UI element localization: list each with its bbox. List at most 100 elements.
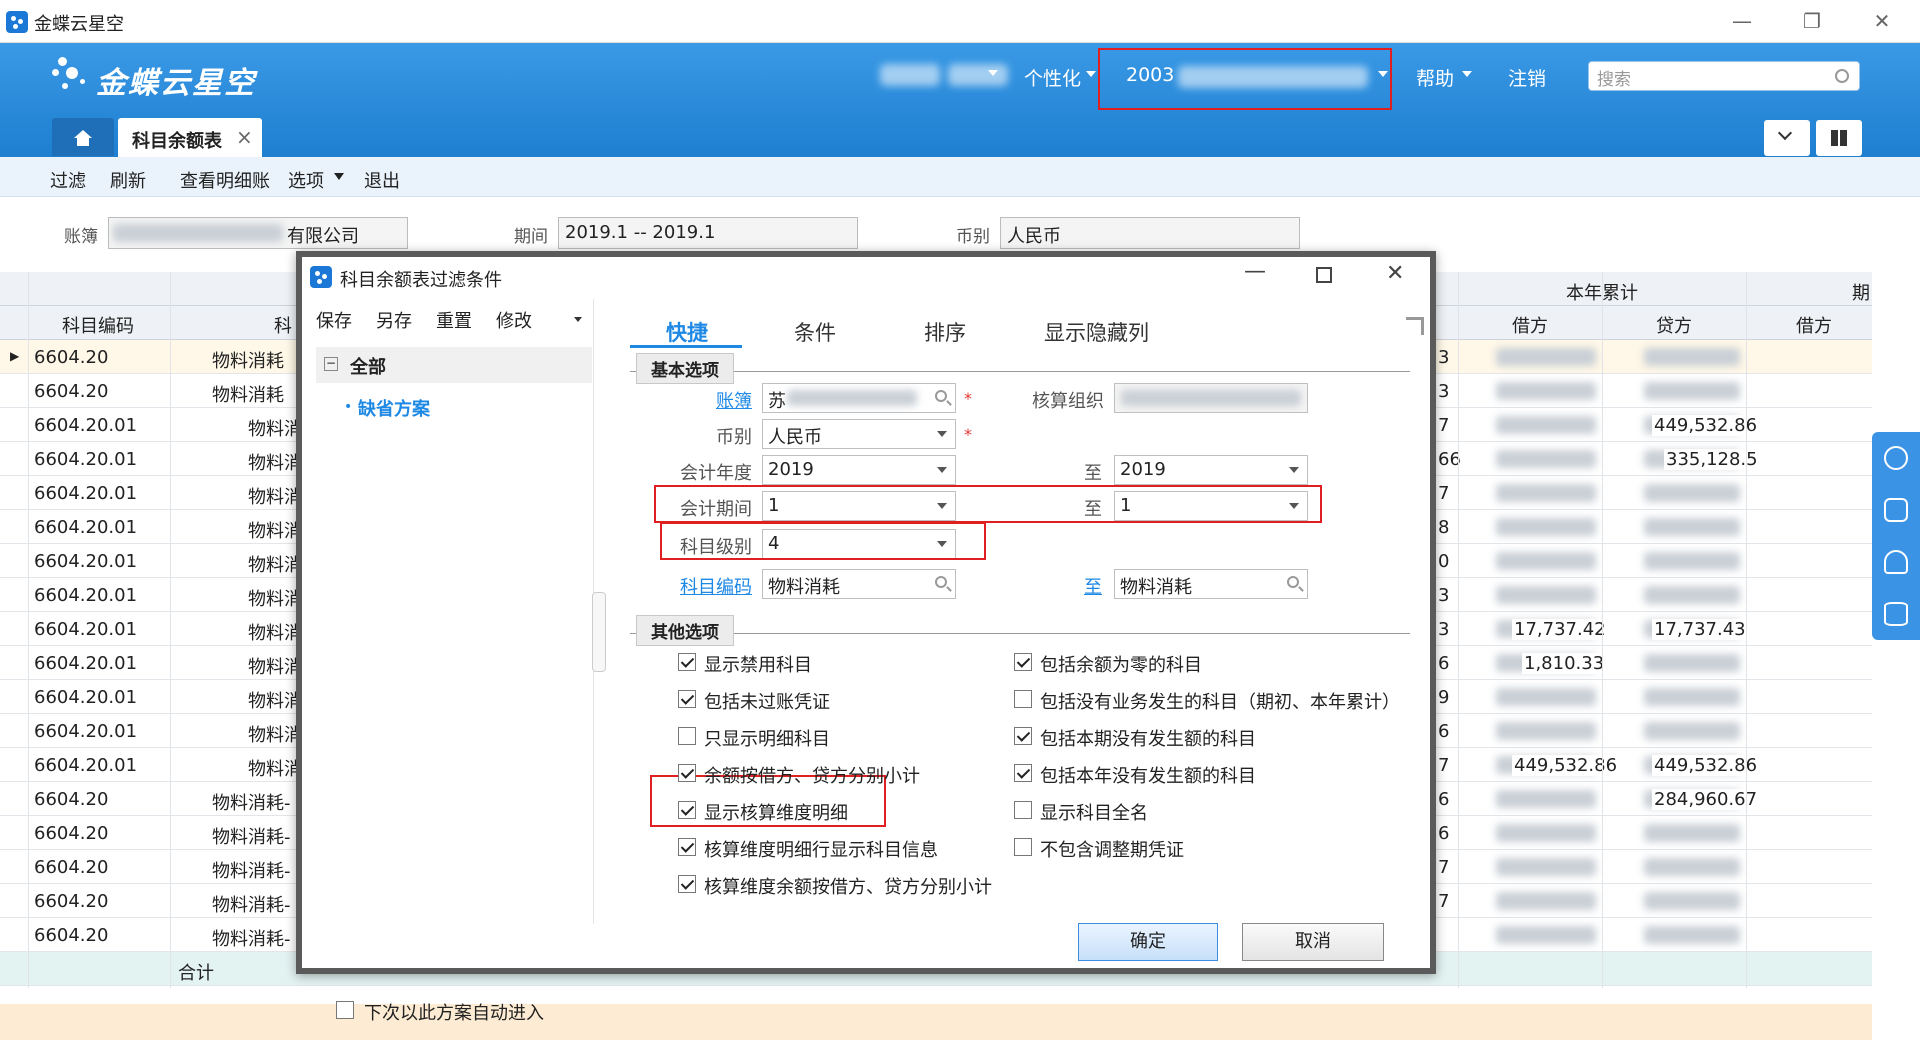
toolbar-options[interactable]: 选项 (288, 167, 324, 193)
tab-show-hide-columns[interactable]: 显示隐藏列 (1044, 317, 1149, 347)
row-code: 6604.20.01 (34, 517, 138, 538)
auto-enter-checkbox[interactable] (336, 1001, 354, 1019)
opt-left-checkbox[interactable] (678, 764, 696, 782)
chevron-down-icon[interactable] (988, 70, 998, 76)
toolbar-exit[interactable]: 退出 (364, 167, 400, 193)
opt-right-label: 包括余额为零的科目 (1040, 655, 1202, 676)
org-input[interactable] (1114, 383, 1308, 413)
minimize-button[interactable]: — (1712, 6, 1772, 36)
collapse-icon[interactable]: − (324, 357, 338, 371)
nav-personalize[interactable]: 个性化 (1024, 64, 1081, 91)
chevron-down-icon[interactable] (1462, 71, 1472, 77)
ok-button[interactable]: 确定 (1078, 923, 1218, 961)
dialog-maximize-icon[interactable] (1316, 267, 1332, 283)
search-icon[interactable] (1287, 576, 1299, 588)
bullet-icon: • (344, 399, 353, 415)
chevron-down-icon[interactable] (574, 317, 582, 322)
scheme-save[interactable]: 保存 (316, 307, 352, 333)
redacted-debit (1496, 688, 1596, 706)
tab-sort[interactable]: 排序 (924, 317, 966, 347)
opt-right-checkbox[interactable] (1014, 838, 1032, 856)
opt-left-checkbox[interactable] (678, 727, 696, 745)
row-name: 物料消 (248, 453, 302, 474)
dialog-minimize-icon[interactable]: — (1244, 259, 1266, 284)
chevron-down-icon[interactable] (334, 173, 344, 180)
panel-toggle[interactable] (592, 592, 606, 672)
assistant-icon[interactable] (1884, 446, 1908, 470)
book-label: 账簿 (64, 227, 98, 247)
tree-root-label: 全部 (350, 357, 386, 378)
database-icon[interactable] (1884, 602, 1908, 626)
opt-left-label: 包括未过账凭证 (704, 692, 830, 713)
header-debit-2[interactable]: 借方 (1796, 312, 1832, 338)
chevron-down-icon (1289, 467, 1299, 473)
scheme-modify[interactable]: 修改 (496, 307, 532, 333)
redacted-org (1121, 390, 1301, 406)
opt-right-checkbox[interactable] (1014, 690, 1032, 708)
search-icon[interactable] (935, 390, 947, 402)
currency-label: 币别 (716, 427, 752, 448)
scheme-save-as[interactable]: 另存 (376, 307, 412, 333)
toolbar-view-detail[interactable]: 查看明细账 (180, 167, 270, 193)
opt-left-checkbox[interactable] (678, 653, 696, 671)
k-chat-icon[interactable] (1884, 498, 1908, 522)
opt-left-checkbox[interactable] (678, 838, 696, 856)
code-to-link[interactable]: 至 (1072, 573, 1102, 599)
year-to-select[interactable]: 2019 (1114, 455, 1308, 485)
year-from-select[interactable]: 2019 (762, 455, 956, 485)
opt-left-checkbox[interactable] (678, 801, 696, 819)
amount-value: 17,737.42 (1512, 619, 1608, 640)
row-trailing-digit: 3 (1438, 619, 1450, 640)
toolbar-refresh[interactable]: 刷新 (110, 167, 146, 193)
tree-root[interactable]: − 全部 (316, 347, 592, 383)
row-code: 6604.20.01 (34, 653, 138, 674)
tab-home[interactable] (52, 118, 114, 156)
tab-condition[interactable]: 条件 (794, 317, 836, 347)
tree-default-scheme[interactable]: 缺省方案 (358, 395, 430, 421)
search-icon[interactable] (935, 576, 947, 588)
opt-left-checkbox[interactable] (678, 875, 696, 893)
header-credit[interactable]: 贷方 (1656, 312, 1692, 338)
tab-quick[interactable]: 快捷 (666, 317, 708, 347)
book-link[interactable]: 账簿 (682, 387, 752, 413)
chevron-down-icon[interactable] (1086, 71, 1096, 77)
nav-help[interactable]: 帮助 (1416, 64, 1454, 91)
opt-right-checkbox[interactable] (1014, 764, 1032, 782)
row-trailing-digit: 9 (1438, 687, 1450, 708)
grid-menu-button[interactable] (1816, 120, 1862, 156)
search-input[interactable]: 搜索 (1588, 61, 1860, 91)
toolbar-filter[interactable]: 过滤 (50, 167, 86, 193)
dialog-close-icon[interactable]: ✕ (1386, 261, 1404, 286)
tab-close-icon[interactable]: × (236, 125, 253, 149)
opt-left-checkbox[interactable] (678, 690, 696, 708)
row-name: 物料消 (248, 623, 302, 644)
header-debit[interactable]: 借方 (1512, 312, 1548, 338)
opt-right-checkbox[interactable] (1014, 801, 1032, 819)
opt-right-checkbox[interactable] (1014, 727, 1032, 745)
opt-left-label: 余额按借方、贷方分别小计 (704, 766, 920, 787)
code-link[interactable]: 科目编码 (662, 573, 752, 599)
header-name[interactable]: 科 (274, 312, 292, 338)
row-code: 6604.20.01 (34, 449, 138, 470)
book-input[interactable]: 苏 (762, 383, 956, 413)
header-code[interactable]: 科目编码 (62, 312, 134, 338)
nav-logout[interactable]: 注销 (1508, 64, 1546, 91)
cloud-icon[interactable] (1884, 550, 1908, 574)
scheme-reset[interactable]: 重置 (436, 307, 472, 333)
amount-value: 449,532.86 (1512, 755, 1620, 776)
tab-active[interactable]: 科目余额表 × (118, 118, 262, 157)
search-icon[interactable] (1835, 69, 1849, 83)
collapse-button[interactable] (1764, 120, 1810, 156)
maximize-button[interactable]: ❐ (1782, 6, 1842, 36)
side-rail (1872, 432, 1920, 640)
expand-icon[interactable] (1406, 317, 1424, 335)
currency-select[interactable]: 人民币 (762, 419, 956, 449)
code-from-input[interactable]: 物料消耗 (762, 569, 956, 599)
currency-label: 币别 (956, 227, 990, 247)
opt-right-checkbox[interactable] (1014, 653, 1032, 671)
code-to-input[interactable]: 物料消耗 (1114, 569, 1308, 599)
year-from-value: 2019 (768, 459, 814, 480)
row-trailing-digit: 3 (1438, 347, 1450, 368)
close-window-button[interactable]: ✕ (1852, 6, 1912, 36)
cancel-button[interactable]: 取消 (1242, 923, 1384, 961)
